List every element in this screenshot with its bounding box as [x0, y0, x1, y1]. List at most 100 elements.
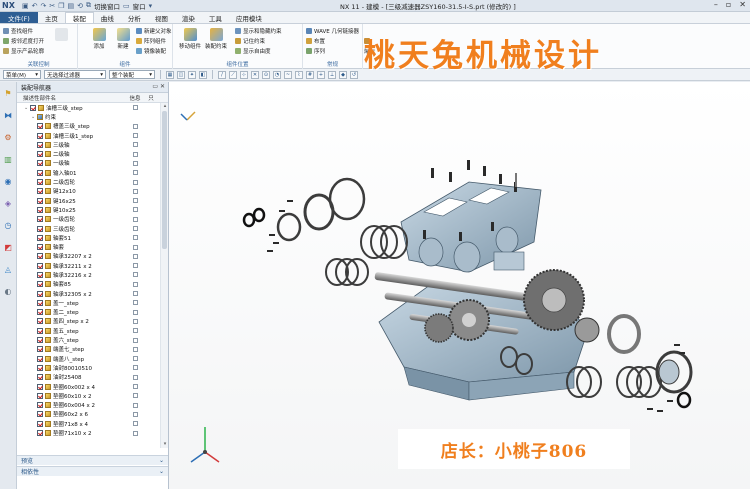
endpoint-snap-icon[interactable]: /: [218, 70, 226, 79]
surface-point-icon[interactable]: ⌇: [295, 70, 303, 79]
tree-row-part[interactable]: 盖四_step x 2: [17, 317, 160, 326]
info-box[interactable]: [132, 374, 138, 380]
visibility-checkbox[interactable]: [37, 430, 43, 437]
visibility-checkbox[interactable]: [37, 188, 43, 195]
tree-row-part[interactable]: 轴承32216 x 2: [17, 270, 160, 279]
bounded-grid-icon[interactable]: #: [306, 70, 314, 79]
constraint-navigator-icon[interactable]: ⧓: [2, 109, 15, 122]
info-box[interactable]: [132, 402, 138, 408]
tree-row-part[interactable]: 盖一_step: [17, 298, 160, 307]
tree-row-assembly[interactable]: ⌄ 油槽三级_step: [17, 103, 160, 112]
column-readonly[interactable]: 只: [144, 94, 158, 102]
add-component-button[interactable]: 添加: [88, 28, 110, 50]
scroll-up-icon[interactable]: ▴: [161, 103, 169, 110]
visibility-checkbox[interactable]: [37, 346, 43, 353]
visibility-checkbox[interactable]: [37, 299, 43, 306]
curve-point-icon[interactable]: ~: [284, 70, 292, 79]
visibility-checkbox[interactable]: [37, 169, 43, 176]
midpoint-snap-icon[interactable]: ⟋: [229, 70, 237, 79]
tree-row-part[interactable]: 三级齿轮: [17, 224, 160, 233]
visibility-checkbox[interactable]: [37, 132, 43, 139]
info-box[interactable]: [132, 123, 138, 129]
info-box[interactable]: [132, 309, 138, 315]
info-box[interactable]: [132, 411, 138, 417]
visibility-checkbox[interactable]: [37, 216, 43, 223]
navigator-scrollbar[interactable]: ▴ ▾: [160, 103, 168, 448]
info-box[interactable]: [132, 430, 138, 436]
selection-filter-dropdown[interactable]: 无选择过滤器 ▾: [44, 70, 106, 79]
visibility-checkbox[interactable]: [37, 206, 43, 213]
mirror-assembly-button[interactable]: 镜像装配: [136, 47, 166, 55]
switch-window-button[interactable]: 切换窗口: [94, 1, 120, 11]
visibility-checkbox[interactable]: [30, 104, 36, 111]
tab-applications[interactable]: 应用模块: [229, 12, 269, 23]
tree-row-part[interactable]: 端盖七_step: [17, 345, 160, 354]
info-box[interactable]: [132, 328, 138, 334]
tab-curve[interactable]: 曲线: [94, 12, 121, 23]
tree-row-part[interactable]: 垫圈60x2 x 6: [17, 410, 160, 419]
tree-row-part[interactable]: 油封25408: [17, 373, 160, 382]
show-hide-constraints-button[interactable]: 显示和隐藏约束: [235, 27, 282, 35]
arrangements-button[interactable]: 布置: [306, 37, 325, 45]
info-box[interactable]: [132, 179, 138, 185]
web-browser-icon[interactable]: ◉: [2, 175, 15, 188]
select-face-icon[interactable]: ◧: [199, 70, 207, 79]
tree-row-part[interactable]: 轴承32207 x 2: [17, 252, 160, 261]
column-info[interactable]: 信息: [126, 94, 144, 102]
tree-row-part[interactable]: 盖二_step: [17, 308, 160, 317]
info-box[interactable]: [132, 263, 138, 269]
info-box[interactable]: [132, 356, 138, 362]
tree-row-part[interactable]: 垫圈71x10 x 2: [17, 428, 160, 437]
visibility-checkbox[interactable]: [37, 420, 43, 427]
control-point-icon[interactable]: ⊹: [240, 70, 248, 79]
copy-icon[interactable]: ❐: [58, 2, 64, 10]
visibility-checkbox[interactable]: [37, 337, 43, 344]
visibility-checkbox[interactable]: [37, 179, 43, 186]
info-box[interactable]: [132, 291, 138, 297]
visibility-checkbox[interactable]: [37, 318, 43, 325]
scroll-down-icon[interactable]: ▾: [161, 441, 169, 448]
info-box[interactable]: [132, 151, 138, 157]
visibility-checkbox[interactable]: [37, 355, 43, 362]
tree-row-part[interactable]: 垫圈60x004 x 2: [17, 401, 160, 410]
paste-icon[interactable]: ▤: [68, 2, 75, 10]
tree-row-part[interactable]: 垫圈60x002 x 4: [17, 382, 160, 391]
view-triad[interactable]: [190, 427, 220, 463]
roles-icon[interactable]: ◐: [2, 285, 15, 298]
tab-view[interactable]: 视图: [148, 12, 175, 23]
visibility-checkbox[interactable]: [37, 364, 43, 371]
wave-linker-button[interactable]: WAVE 几何链接器: [306, 27, 359, 35]
info-box[interactable]: [132, 337, 138, 343]
info-box[interactable]: [132, 142, 138, 148]
info-box[interactable]: [132, 346, 138, 352]
minimize-icon[interactable]: –: [714, 0, 718, 9]
tree-row-part[interactable]: 二级齿轮: [17, 177, 160, 186]
visibility-checkbox[interactable]: [37, 281, 43, 288]
info-box[interactable]: [132, 207, 138, 213]
move-component-button[interactable]: 移动组件: [179, 28, 201, 50]
tab-home[interactable]: 主页: [38, 12, 65, 23]
info-box[interactable]: [132, 281, 138, 287]
visibility-checkbox[interactable]: [37, 151, 43, 158]
reset-snap-icon[interactable]: ↺: [350, 70, 358, 79]
undo-icon[interactable]: ↶: [32, 2, 38, 10]
scroll-thumb[interactable]: [162, 111, 167, 249]
menu-dropdown[interactable]: 菜单(M) ▾: [3, 70, 41, 79]
polyline-icon[interactable]: ⟂: [328, 70, 336, 79]
tree-row-part[interactable]: 一级轴: [17, 159, 160, 168]
info-box[interactable]: [132, 170, 138, 176]
tree-row-part[interactable]: 键16x25: [17, 196, 160, 205]
save-icon[interactable]: ▣: [22, 2, 29, 10]
tree-row-constraints[interactable]: ⌄ 约束: [17, 112, 160, 121]
tree-row-part[interactable]: 键12x10: [17, 187, 160, 196]
info-box[interactable]: [132, 160, 138, 166]
info-box[interactable]: [132, 421, 138, 427]
tree-row-part[interactable]: 一级齿轮: [17, 215, 160, 224]
visibility-checkbox[interactable]: [37, 225, 43, 232]
tree-row-part[interactable]: 端盖八_step: [17, 354, 160, 363]
dropdown-icon[interactable]: ▾: [149, 2, 153, 10]
visibility-checkbox[interactable]: [37, 253, 43, 260]
preview-section[interactable]: 预览 ⌄: [17, 455, 168, 465]
visibility-checkbox[interactable]: [37, 262, 43, 269]
select-feature-icon[interactable]: ◫: [177, 70, 185, 79]
